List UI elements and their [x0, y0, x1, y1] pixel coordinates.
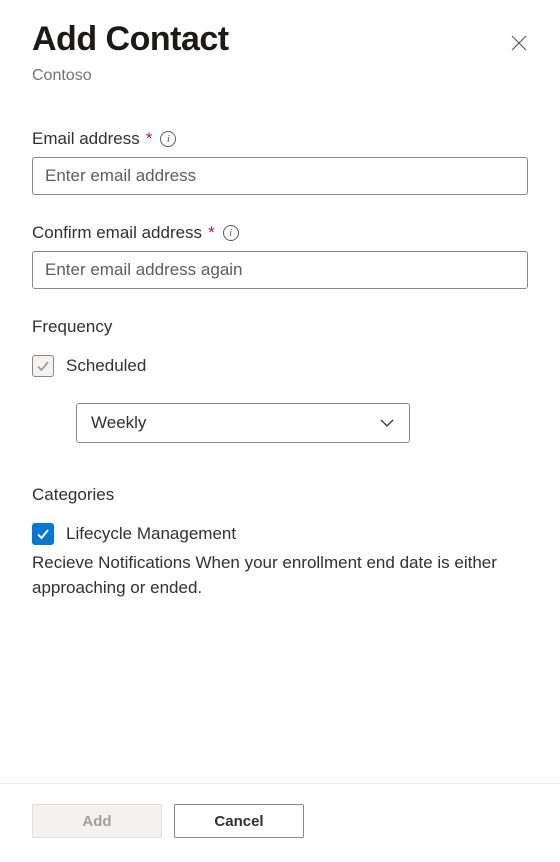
cancel-button[interactable]: Cancel: [174, 804, 304, 838]
confirm-email-label-row: Confirm email address * i: [32, 223, 528, 243]
email-field-group: Email address * i: [32, 129, 528, 195]
add-button[interactable]: Add: [32, 804, 162, 838]
email-input[interactable]: [32, 157, 528, 195]
panel-footer: Add Cancel: [0, 783, 560, 862]
checkmark-icon: [36, 359, 50, 373]
frequency-section: Frequency Scheduled Weekly: [32, 317, 528, 473]
page-subtitle: Contoso: [32, 67, 528, 85]
chevron-down-icon: [379, 415, 395, 431]
confirm-email-input[interactable]: [32, 251, 528, 289]
email-label: Email address: [32, 129, 140, 149]
email-label-row: Email address * i: [32, 129, 528, 149]
scheduled-label: Scheduled: [66, 356, 146, 376]
checkmark-icon: [36, 527, 50, 541]
lifecycle-label: Lifecycle Management: [66, 524, 236, 544]
lifecycle-checkbox[interactable]: [32, 523, 54, 545]
add-contact-panel: Add Contact Contoso Email address * i Co…: [0, 0, 560, 862]
confirm-email-label: Confirm email address: [32, 223, 202, 243]
close-button[interactable]: [502, 26, 536, 63]
categories-label: Categories: [32, 485, 528, 505]
close-icon: [510, 34, 528, 52]
required-indicator: *: [146, 129, 153, 149]
info-icon[interactable]: i: [223, 225, 239, 241]
lifecycle-description: Recieve Notifications When your enrollme…: [32, 551, 528, 600]
scheduled-checkbox-row: Scheduled: [32, 355, 528, 377]
frequency-select[interactable]: Weekly: [76, 403, 410, 443]
required-indicator: *: [208, 223, 215, 243]
info-icon[interactable]: i: [160, 131, 176, 147]
panel-header: Add Contact: [32, 20, 528, 63]
frequency-label: Frequency: [32, 317, 528, 337]
scheduled-checkbox[interactable]: [32, 355, 54, 377]
confirm-email-field-group: Confirm email address * i: [32, 223, 528, 289]
frequency-select-value: Weekly: [91, 413, 146, 433]
categories-section: Categories Lifecycle Management Recieve …: [32, 485, 528, 600]
frequency-select-wrap: Weekly: [76, 403, 528, 443]
category-row: Lifecycle Management: [32, 523, 528, 545]
page-title: Add Contact: [32, 20, 229, 59]
